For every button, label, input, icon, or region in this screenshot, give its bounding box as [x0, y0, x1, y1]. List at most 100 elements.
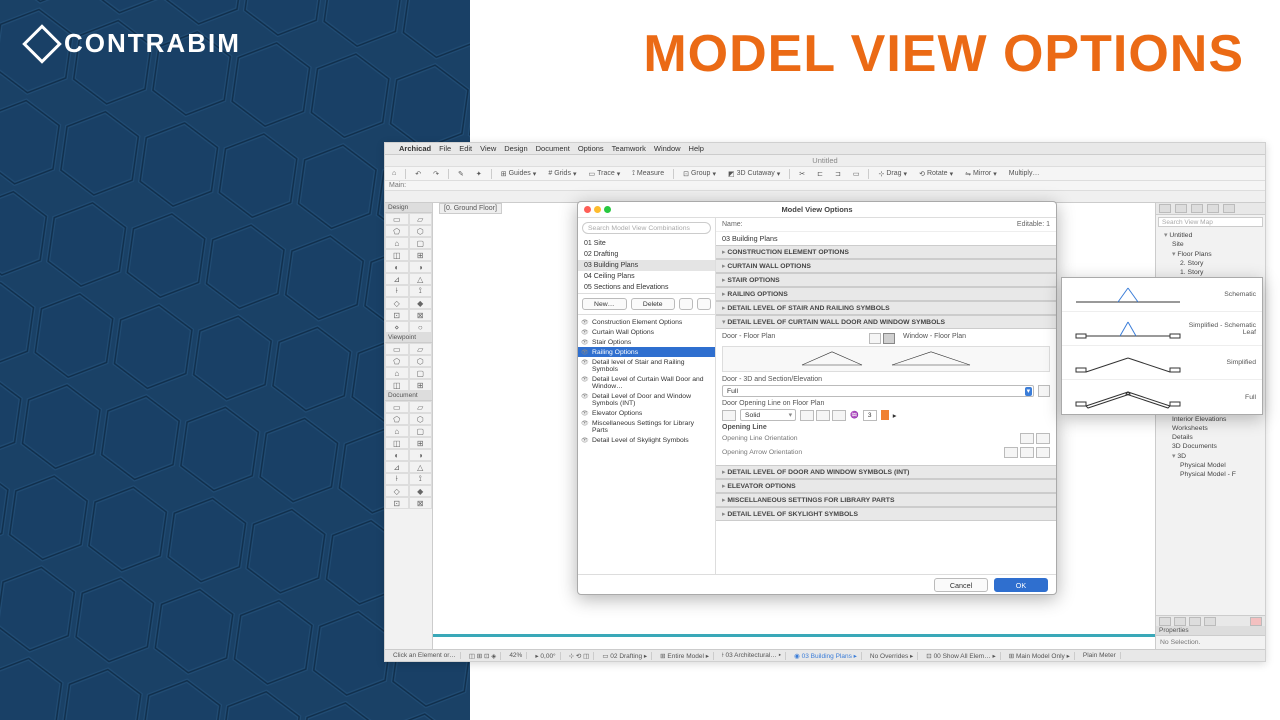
tool-tg-viewpoint-2[interactable]: ⬠ — [385, 355, 409, 367]
nav-close-button[interactable] — [1250, 617, 1262, 626]
tool-tg-design-15[interactable]: ◆ — [409, 297, 433, 309]
minimize-dot[interactable] — [594, 206, 601, 213]
tool-tg-design-11[interactable]: △ — [409, 273, 433, 285]
nav-item[interactable]: Details — [1158, 433, 1263, 442]
tool-b2[interactable]: ⊐ — [832, 170, 844, 178]
multiply-button[interactable]: Multiply… — [1006, 170, 1043, 177]
nav-item[interactable]: Physical Model — [1158, 461, 1263, 470]
tool-tg-design-10[interactable]: ⊿ — [385, 273, 409, 285]
pick-button[interactable]: ✎ — [455, 170, 467, 178]
tool-tg-document-17[interactable]: ⊠ — [409, 497, 433, 509]
nav-item[interactable]: 1. Story — [1158, 268, 1263, 277]
menu-help[interactable]: Help — [689, 144, 704, 153]
tool-tg-design-14[interactable]: ◇ — [385, 297, 409, 309]
section-skylight[interactable]: DETAIL LEVEL OF SKYLIGHT SYMBOLS — [716, 507, 1056, 521]
tree-item[interactable]: Curtain Wall Options — [578, 327, 715, 337]
tool-tg-design-18[interactable]: ⋄ — [385, 321, 409, 333]
opening-icon-1[interactable] — [722, 410, 736, 421]
status-angle[interactable]: ▸ 0,00° — [531, 652, 560, 660]
status-tools[interactable]: ⊹ ⟲ ◫ — [565, 652, 595, 660]
menu-document[interactable]: Document — [536, 144, 570, 153]
magic-button[interactable]: ✦ — [473, 170, 485, 178]
tool-tg-design-19[interactable]: ○ — [409, 321, 433, 333]
name-value[interactable]: 03 Building Plans — [716, 232, 1056, 245]
arrow-ori-1[interactable] — [1004, 447, 1018, 458]
status-override[interactable]: No Overrides ▸ — [866, 652, 918, 660]
tool-tg-design-16[interactable]: ⊡ — [385, 309, 409, 321]
tool-tg-viewpoint-4[interactable]: ⌂ — [385, 367, 409, 379]
cancel-button[interactable]: Cancel — [934, 578, 988, 592]
section-stair-railing-detail[interactable]: DETAIL LEVEL OF STAIR AND RAILING SYMBOL… — [716, 301, 1056, 315]
tool-tg-design-1[interactable]: ▱ — [409, 213, 433, 225]
tool-tg-document-7[interactable]: ⊞ — [409, 437, 433, 449]
options-tree[interactable]: Construction Element OptionsCurtain Wall… — [578, 315, 715, 574]
combo-search[interactable]: Search Model View Combinations — [582, 222, 711, 234]
trace-button[interactable]: ▭ Trace ▾ — [585, 170, 623, 178]
rotate-button[interactable]: ⟲ Rotate ▾ — [916, 170, 956, 178]
cutaway-button[interactable]: ◩ 3D Cutaway ▾ — [725, 170, 783, 178]
tool-tg-viewpoint-5[interactable]: ▢ — [409, 367, 433, 379]
tool-tg-design-12[interactable]: ⟊ — [385, 285, 409, 297]
tool-tg-viewpoint-7[interactable]: ⊞ — [409, 379, 433, 391]
menu-view[interactable]: View — [480, 144, 496, 153]
view-tab[interactable]: [0. Ground Floor] — [439, 203, 502, 214]
measure-button[interactable]: ⟟ Measure — [629, 170, 667, 178]
menu-design[interactable]: Design — [504, 144, 527, 153]
tool-tg-viewpoint-1[interactable]: ▱ — [409, 343, 433, 355]
nav-tab-5[interactable] — [1223, 204, 1235, 213]
door-toggle-1[interactable] — [869, 333, 881, 344]
tool-tg-design-5[interactable]: ▢ — [409, 237, 433, 249]
status-zoom[interactable]: 42% — [505, 652, 527, 659]
angle-toggle-3[interactable] — [832, 410, 846, 421]
popup-option-full[interactable]: Full — [1062, 380, 1262, 414]
menu-options[interactable]: Options — [578, 144, 604, 153]
pen-number[interactable]: 3 — [863, 410, 877, 421]
tool-b3[interactable]: ▭ — [850, 170, 863, 178]
status-layer[interactable]: ⊞ Entire Model ▸ — [656, 652, 714, 660]
tool-section-design[interactable]: Design — [385, 203, 432, 213]
popup-option-simplified-schematic-leaf[interactable]: Simplified - Schematic Leaf — [1062, 312, 1262, 346]
guides-button[interactable]: ⊞ Guides ▾ — [498, 170, 540, 178]
section-construction[interactable]: CONSTRUCTION ELEMENT OPTIONS — [716, 245, 1056, 259]
tool-tg-document-0[interactable]: ▭ — [385, 401, 409, 413]
arrow-ori-2[interactable] — [1020, 447, 1034, 458]
tool-b1[interactable]: ⊏ — [814, 170, 826, 178]
status-filter[interactable]: ⊡ 00 Show All Elem… ▸ — [922, 652, 1000, 660]
tool-tg-viewpoint-6[interactable]: ◫ — [385, 379, 409, 391]
nav-tab-3[interactable] — [1191, 204, 1203, 213]
tree-item[interactable]: Detail Level of Skylight Symbols — [578, 435, 715, 445]
menu-teamwork[interactable]: Teamwork — [612, 144, 646, 153]
nav-item[interactable]: Site — [1158, 240, 1263, 249]
tool-tg-design-3[interactable]: ⬡ — [409, 225, 433, 237]
export-button[interactable] — [697, 298, 711, 310]
tool-tg-viewpoint-0[interactable]: ▭ — [385, 343, 409, 355]
angle-toggle-1[interactable] — [800, 410, 814, 421]
section-elevator[interactable]: ELEVATOR OPTIONS — [716, 479, 1056, 493]
tool-tg-document-6[interactable]: ◫ — [385, 437, 409, 449]
status-model[interactable]: ⊞ Main Model Only ▸ — [1005, 652, 1075, 660]
tool-tg-document-3[interactable]: ⬡ — [409, 413, 433, 425]
status-dim[interactable]: Plain Meter — [1079, 652, 1121, 659]
tool-section-viewpoint[interactable]: Viewpoint — [385, 333, 432, 343]
tool-tg-design-7[interactable]: ⊞ — [409, 249, 433, 261]
status-icons[interactable]: ◫ ⊞ ⊡ ◈ — [465, 652, 501, 660]
tool-tg-design-2[interactable]: ⬠ — [385, 225, 409, 237]
nav-btab-3[interactable] — [1189, 617, 1201, 626]
navigator-search[interactable]: Search View Map — [1158, 217, 1263, 227]
tool-tg-document-9[interactable]: ◑ — [409, 449, 433, 461]
tool-section-document[interactable]: Document — [385, 391, 432, 401]
nav-tab-1[interactable] — [1159, 204, 1171, 213]
combo-item[interactable]: 03 Building Plans — [578, 260, 715, 271]
door-3d-dropdown[interactable]: Full — [722, 385, 1034, 397]
nav-btab-1[interactable] — [1159, 617, 1171, 626]
tool-tg-design-9[interactable]: ◑ — [409, 261, 433, 273]
arrow-ori-3[interactable] — [1036, 447, 1050, 458]
combo-item[interactable]: 04 Ceiling Plans — [578, 271, 715, 282]
group-button[interactable]: ⊡ Group ▾ — [680, 170, 719, 178]
menu-edit[interactable]: Edit — [459, 144, 472, 153]
quick-options-bar[interactable] — [433, 634, 1155, 637]
tool-tg-document-8[interactable]: ◐ — [385, 449, 409, 461]
tool-tg-document-5[interactable]: ▢ — [409, 425, 433, 437]
tool-tg-document-10[interactable]: ⊿ — [385, 461, 409, 473]
tree-item[interactable]: Detail level of Stair and Railing Symbol… — [578, 357, 715, 374]
